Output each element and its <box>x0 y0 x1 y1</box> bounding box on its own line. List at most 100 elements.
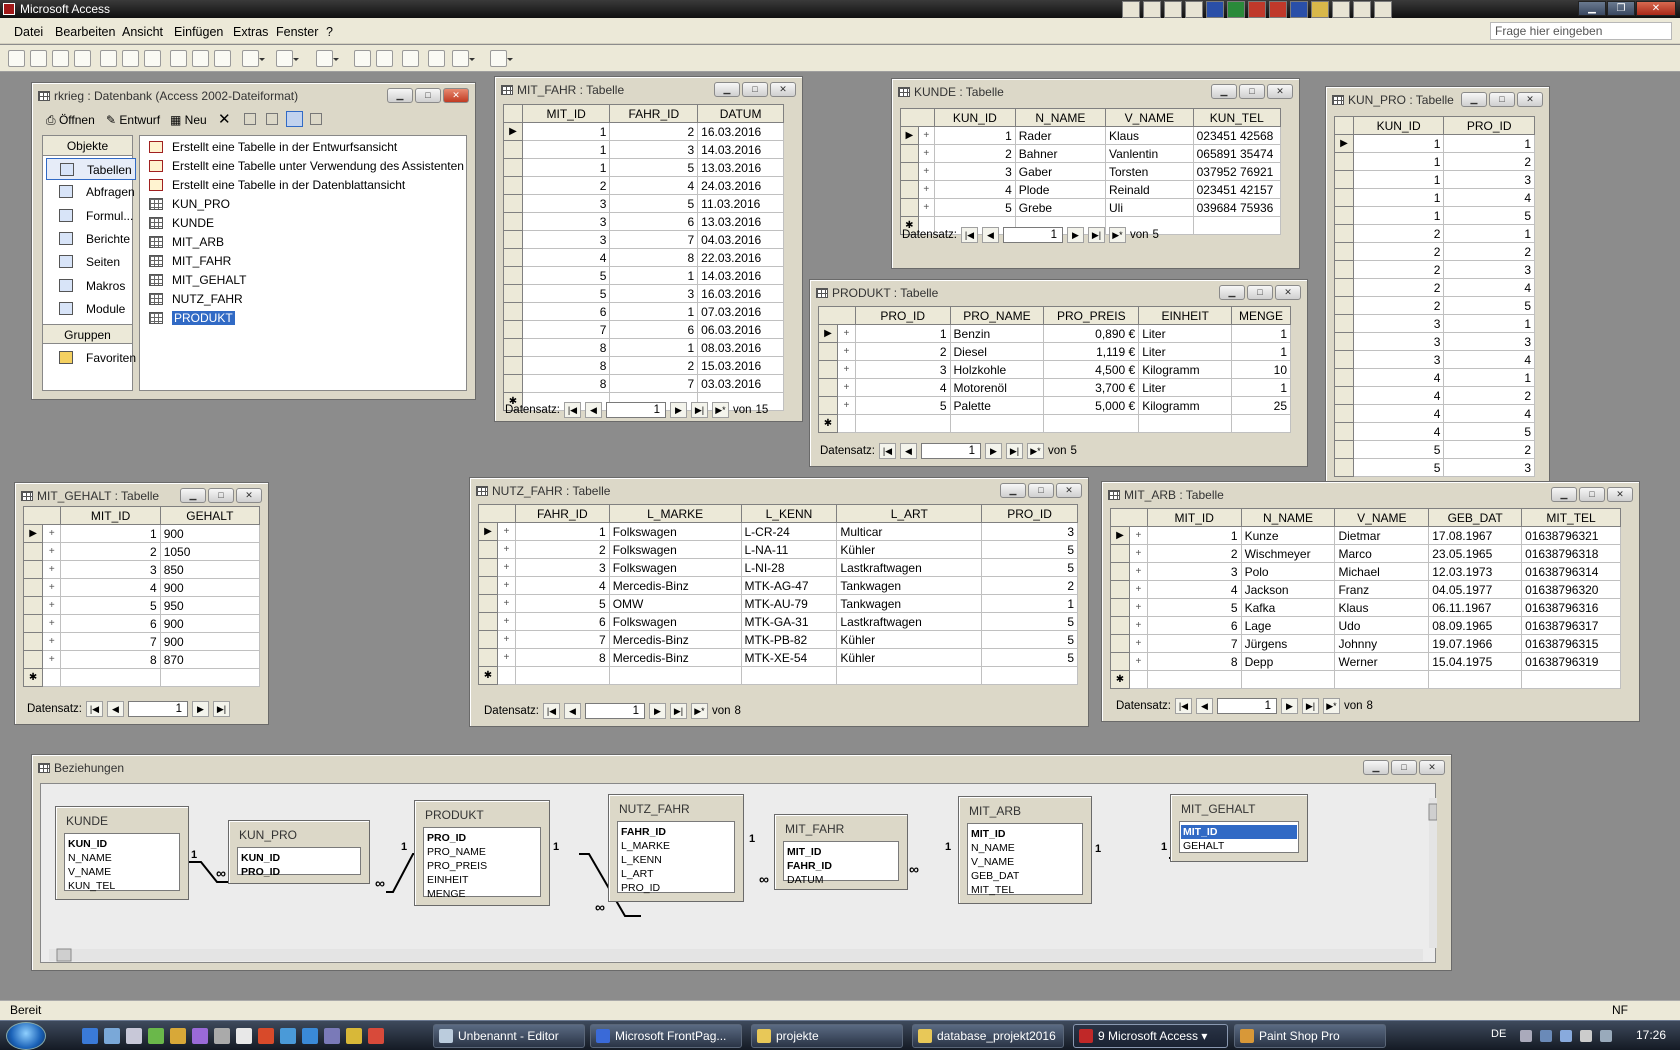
row-selector[interactable] <box>478 594 498 613</box>
row-selector[interactable] <box>1334 278 1354 297</box>
undo-icon[interactable] <box>242 50 265 67</box>
table-cell[interactable]: MTK-AU-79 <box>740 594 838 613</box>
row-selector[interactable] <box>503 194 523 213</box>
table-cell[interactable]: Depp <box>1240 652 1336 671</box>
minimize-icon[interactable]: ▁ <box>1211 84 1237 99</box>
row-selector[interactable] <box>1334 404 1354 423</box>
column-header[interactable]: KUN_TEL <box>1192 108 1282 127</box>
menu-extras[interactable]: Extras <box>233 25 268 39</box>
app-icon[interactable] <box>280 1028 296 1044</box>
app-icon[interactable] <box>192 1028 208 1044</box>
table-cell[interactable]: Marco <box>1334 544 1430 563</box>
table-cell[interactable] <box>60 668 161 687</box>
table-cell[interactable]: 2 <box>514 540 610 559</box>
row-selector[interactable] <box>818 360 838 379</box>
row-selector[interactable] <box>503 302 523 321</box>
table-cell[interactable]: 1 <box>521 140 611 159</box>
table-cell[interactable]: 04.05.1977 <box>1428 580 1523 599</box>
list-item[interactable]: Erstellt eine Tabelle unter Verwendung d… <box>146 157 464 175</box>
table-cell[interactable]: 2 <box>1352 224 1445 243</box>
new-record-icon[interactable]: ▶* <box>690 703 708 719</box>
table-cell[interactable]: 5 <box>981 558 1078 577</box>
expand-subdatasheet-icon[interactable]: + <box>836 396 856 415</box>
menu-datei[interactable]: Datei <box>14 25 43 39</box>
expand-subdatasheet-icon[interactable]: + <box>496 558 516 577</box>
table-cell[interactable]: 11.03.2016 <box>697 194 784 213</box>
corner-cell[interactable] <box>22 506 62 525</box>
field-item[interactable]: MENGE <box>425 887 539 901</box>
table-cell[interactable]: 1 <box>609 266 699 285</box>
row-selector[interactable] <box>1334 422 1354 441</box>
row-selector[interactable] <box>1334 314 1354 333</box>
expand-subdatasheet-icon[interactable]: + <box>496 540 516 559</box>
script-icon[interactable] <box>376 50 393 67</box>
field-item[interactable]: KUN_ID <box>66 837 178 851</box>
table-cell[interactable]: 16.03.2016 <box>697 284 784 303</box>
new-icon[interactable] <box>8 50 25 67</box>
table-row[interactable]: 5 1 14.03.2016 <box>503 266 784 285</box>
network-icon[interactable] <box>1540 1030 1552 1042</box>
row-selector[interactable] <box>1334 152 1354 171</box>
relationship-table-box[interactable]: KUNDE KUN_ID N_NAME V_NAME KUN_TEL <box>55 806 189 900</box>
row-selector[interactable] <box>1334 296 1354 315</box>
table-cell[interactable] <box>854 414 951 433</box>
close-icon[interactable]: ✕ <box>443 88 469 103</box>
table-cell[interactable]: MTK-GA-31 <box>740 612 838 631</box>
corner-cell[interactable] <box>1334 116 1354 135</box>
table-cell[interactable] <box>949 414 1045 433</box>
prev-record-icon[interactable]: ◀ <box>899 443 917 459</box>
table-cell[interactable]: 7 <box>609 230 699 249</box>
table-cell[interactable]: Palette <box>949 396 1045 415</box>
table-cell[interactable]: 2 <box>609 356 699 375</box>
table-cell[interactable]: 900 <box>159 632 261 651</box>
relationship-table-box[interactable]: NUTZ_FAHR FAHR_ID L_MARKE L_KENN L_ART PRO_ID <box>608 794 744 902</box>
first-record-icon[interactable]: |◀ <box>563 402 581 418</box>
table-cell[interactable]: 8 <box>514 648 610 667</box>
table-cell[interactable]: 3 <box>1352 314 1445 333</box>
table-cell[interactable]: 7 <box>514 630 610 649</box>
table-cell[interactable]: Klaus <box>1105 126 1194 145</box>
tray-icon[interactable] <box>1600 1030 1612 1042</box>
app-icon[interactable] <box>324 1028 340 1044</box>
table-cell[interactable]: 1 <box>521 122 611 141</box>
table-cell[interactable]: 2 <box>1443 242 1535 261</box>
table-cell[interactable]: Rader <box>1014 126 1107 145</box>
prev-record-icon[interactable]: ◀ <box>106 701 124 717</box>
new-record-icon[interactable]: ✱ <box>1110 670 1130 689</box>
new-record-icon[interactable]: ▶* <box>1108 227 1126 243</box>
list-item[interactable]: MIT_GEHALT <box>146 271 246 289</box>
close-icon[interactable]: ✕ <box>770 82 796 97</box>
table-row[interactable]: +4 Mercedis-Binz MTK-AG-47 Tankwagen 2 <box>478 576 1078 595</box>
row-selector[interactable] <box>22 542 44 561</box>
column-header[interactable]: L_KENN <box>740 504 838 523</box>
record-number-field[interactable]: 1 <box>1002 227 1063 243</box>
table-cell[interactable]: 2 <box>1146 544 1242 563</box>
table-row[interactable]: 41 <box>1334 368 1535 387</box>
table-cell[interactable] <box>1240 670 1336 689</box>
expand-subdatasheet-icon[interactable]: + <box>42 560 62 579</box>
field-item[interactable]: PRO_PREIS <box>425 859 539 873</box>
table-cell[interactable]: 4 <box>1352 404 1445 423</box>
table-cell[interactable]: 3 <box>609 140 699 159</box>
copy-icon[interactable] <box>192 50 209 67</box>
table-cell[interactable]: 1,119 € <box>1043 342 1140 361</box>
table-cell[interactable] <box>514 666 610 685</box>
relationships-icon[interactable] <box>428 50 445 67</box>
table-cell[interactable]: 6 <box>609 320 699 339</box>
minimize-icon[interactable]: ▁ <box>714 82 740 97</box>
table-row[interactable]: 2 4 24.03.2016 <box>503 176 784 195</box>
table-cell[interactable]: Jürgens <box>1240 634 1336 653</box>
table-cell[interactable]: 4 <box>1443 404 1535 423</box>
table-cell[interactable] <box>1192 216 1282 235</box>
column-header[interactable]: PRO_PREIS <box>1043 306 1140 325</box>
spellcheck-icon[interactable] <box>144 50 161 67</box>
table-cell[interactable]: 14.03.2016 <box>697 266 784 285</box>
prev-record-icon[interactable]: ◀ <box>563 703 581 719</box>
table-cell[interactable]: 25 <box>1231 396 1291 415</box>
first-record-icon[interactable]: |◀ <box>960 227 978 243</box>
column-header[interactable]: L_MARKE <box>608 504 742 523</box>
table-row[interactable]: 25 <box>1334 296 1535 315</box>
table-cell[interactable]: Mercedis-Binz <box>608 648 742 667</box>
field-item[interactable]: L_ART <box>619 867 733 881</box>
table-cell[interactable]: Holzkohle <box>949 360 1045 379</box>
